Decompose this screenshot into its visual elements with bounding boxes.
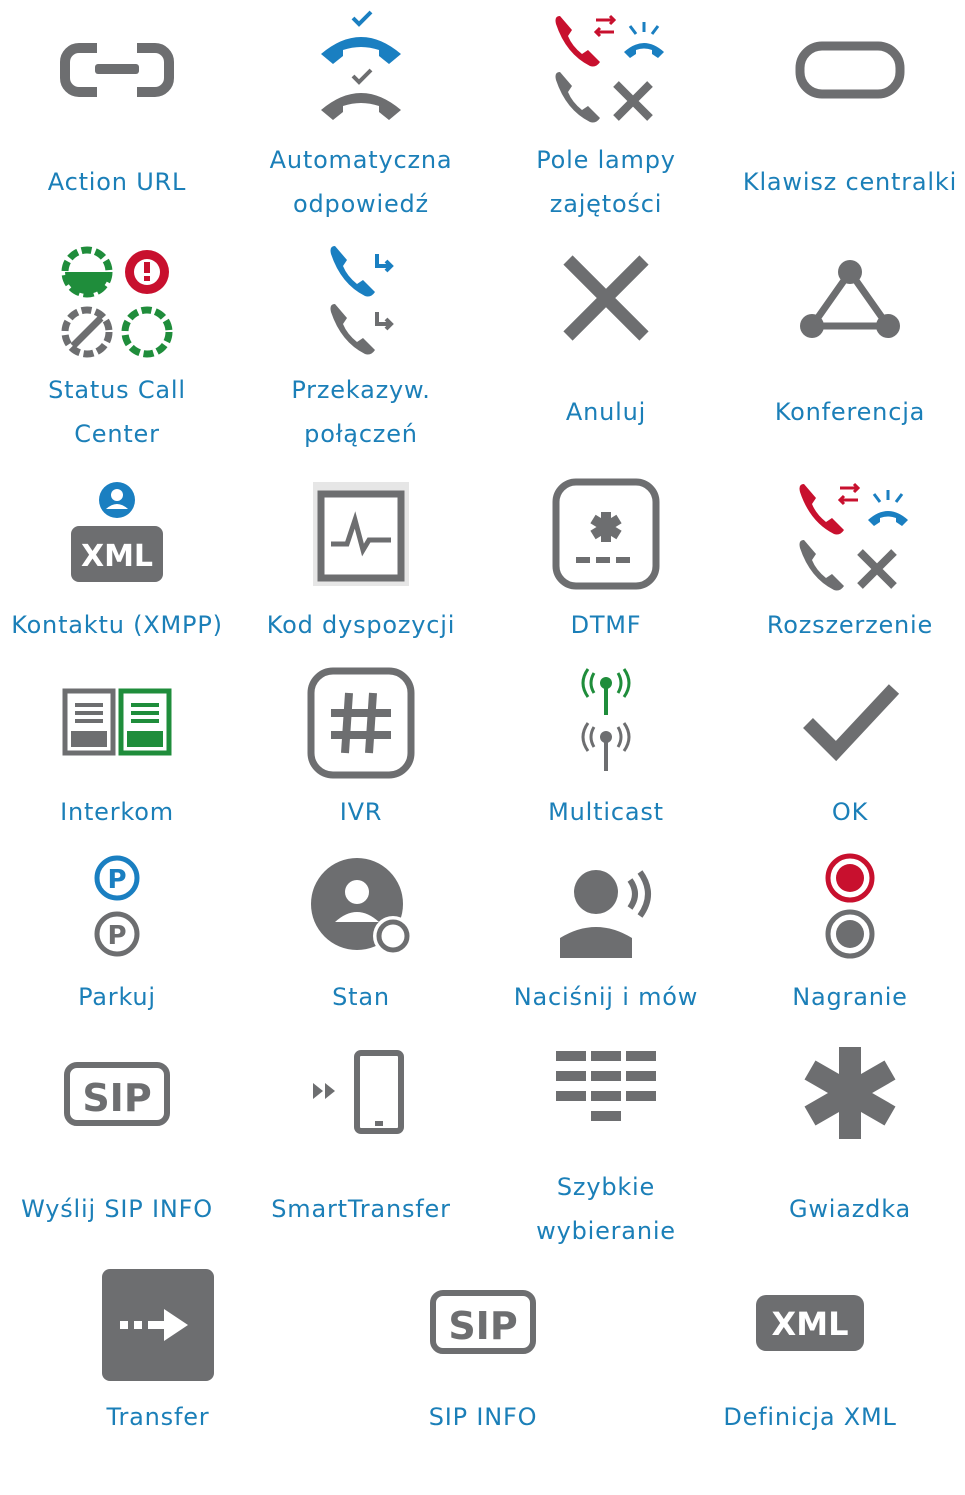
feature-label: Stan <box>332 983 390 1011</box>
xmpp-contact-icon: XML <box>57 478 177 598</box>
push-to-talk-icon <box>546 850 666 970</box>
feature-label: Gwiazdka <box>788 1195 912 1223</box>
conference-icon <box>790 242 910 362</box>
disposition-code-icon <box>301 478 421 598</box>
feature-label: Anuluj <box>565 398 647 426</box>
feature-label: DTMF <box>570 611 642 639</box>
feature-star[interactable]: Gwiazdka <box>730 1037 965 1267</box>
svg-text:XML: XML <box>772 1305 849 1343</box>
feature-send-sip-info[interactable]: SIP Wyślij SIP INFO <box>0 1037 237 1267</box>
multicast-icon <box>546 665 666 785</box>
feature-sip-info[interactable]: SIP SIP INFO <box>363 1265 603 1495</box>
feature-xml-definition[interactable]: XML Definicja XML <box>690 1265 930 1495</box>
feature-label: Kod dyspozycji <box>266 611 456 639</box>
park-icon: PP <box>57 850 177 970</box>
feature-label: Automatyczna odpowiedź <box>269 146 453 218</box>
svg-text:P: P <box>107 921 126 951</box>
feature-speed-dial[interactable]: Szybkie wybieranie <box>486 1037 726 1267</box>
feature-blf[interactable]: Pole lampy zajętości <box>486 10 726 240</box>
call-center-status-icon <box>57 242 177 362</box>
auto-answer-icon <box>301 10 421 130</box>
feature-label: Multicast <box>548 798 664 826</box>
transfer-icon <box>98 1265 218 1385</box>
feature-label: Rozszerzenie <box>766 611 934 639</box>
feature-label: Pole lampy zajętości <box>536 146 676 218</box>
feature-label: OK <box>831 798 869 826</box>
svg-text:SIP: SIP <box>448 1304 517 1348</box>
feature-label: Status Call Center <box>48 376 186 448</box>
extension-icon <box>790 478 910 598</box>
feature-label: Definicja XML <box>723 1403 897 1431</box>
svg-text:XML: XML <box>81 539 153 574</box>
feature-label: Klawisz centralki <box>742 168 958 196</box>
feature-cancel[interactable]: Anuluj <box>486 242 726 472</box>
feature-label: Transfer <box>106 1403 210 1431</box>
sip-info-icon: SIP <box>423 1265 543 1385</box>
pbx-key-icon <box>790 10 910 130</box>
feature-label: Kontaktu (XMPP) <box>11 611 223 639</box>
link-icon <box>57 10 177 130</box>
cancel-icon <box>546 242 666 362</box>
feature-conference[interactable]: Konferencja <box>730 242 965 472</box>
star-code-icon <box>790 1037 910 1157</box>
feature-call-center-status[interactable]: Status Call Center <box>0 242 237 472</box>
feature-label: Wyślij SIP INFO <box>21 1195 213 1223</box>
feature-label: Action URL <box>47 168 187 196</box>
presence-status-icon <box>301 850 421 970</box>
ok-check-icon <box>790 665 910 785</box>
feature-call-forward[interactable]: Przekazyw. połączeń <box>241 242 481 472</box>
speed-dial-icon <box>546 1037 666 1157</box>
feature-key-icon-legend: { "colors": { "label": "#1b7fb8", "icon_… <box>0 0 965 1435</box>
feature-link[interactable]: Action URL <box>0 10 237 240</box>
feature-label: SIP INFO <box>428 1403 538 1431</box>
feature-label: Szybkie wybieranie <box>536 1173 676 1245</box>
record-icon <box>790 850 910 970</box>
smart-transfer-icon <box>301 1037 421 1157</box>
feature-label: Konferencja <box>774 398 926 426</box>
feature-pbx-key[interactable]: Klawisz centralki <box>730 10 965 240</box>
svg-text:SIP: SIP <box>82 1076 151 1120</box>
feature-label: Parkuj <box>78 983 156 1011</box>
busy-lamp-field-icon <box>546 10 666 130</box>
feature-smart-transfer[interactable]: SmartTransfer <box>241 1037 481 1267</box>
ivr-icon <box>301 665 421 785</box>
feature-label: Przekazyw. połączeń <box>291 376 431 448</box>
feature-label: Nagranie <box>792 983 908 1011</box>
feature-transfer[interactable]: Transfer <box>38 1265 278 1495</box>
send-sip-info-icon: SIP <box>57 1037 177 1157</box>
svg-text:P: P <box>107 865 126 895</box>
intercom-icon <box>57 665 177 785</box>
call-forward-icon <box>301 242 421 362</box>
dtmf-icon <box>546 478 666 598</box>
xml-definition-icon: XML <box>750 1265 870 1385</box>
feature-label: SmartTransfer <box>271 1195 451 1223</box>
feature-label: IVR <box>339 798 383 826</box>
feature-label: Naciśnij i mów <box>513 983 699 1011</box>
feature-label: Interkom <box>60 798 174 826</box>
feature-auto-answer[interactable]: Automatyczna odpowiedź <box>241 10 481 240</box>
